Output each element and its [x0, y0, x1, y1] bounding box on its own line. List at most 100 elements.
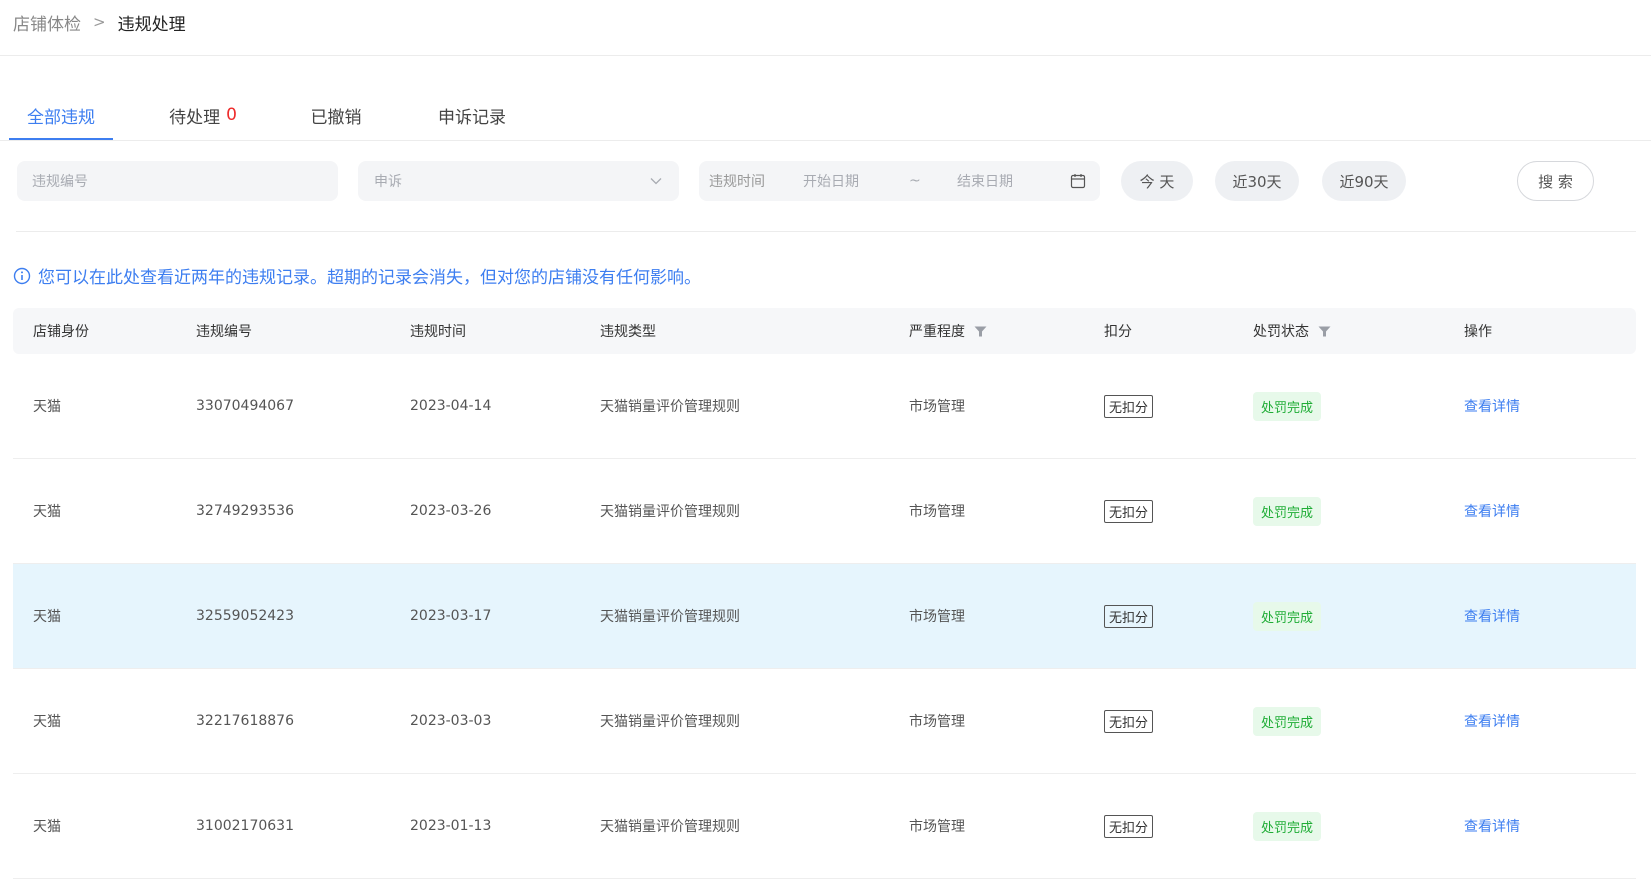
cell-violation-date: 2023-03-26: [410, 503, 492, 519]
cell-violation-id: 32217618876: [196, 713, 294, 729]
deduction-tag: 无扣分: [1104, 499, 1154, 523]
view-details-link[interactable]: 查看详情: [1464, 606, 1520, 626]
date-range-label: 违规时间: [709, 174, 765, 190]
cell-action: 查看详情: [1464, 354, 1520, 458]
status-badge: 处罚完成: [1253, 811, 1322, 841]
column-header-violation-time: 违规时间: [410, 324, 466, 340]
deduction-tag: 无扣分: [1104, 709, 1154, 733]
cell-deduction: 无扣分: [1104, 354, 1154, 458]
violation-id-placeholder: 违规编号: [32, 174, 88, 190]
column-header-action: 操作: [1464, 324, 1492, 340]
cell-penalty-status: 处罚完成: [1253, 354, 1322, 458]
cell-penalty-status: 处罚完成: [1253, 459, 1322, 563]
table-row: 天猫 32559052423 2023-03-17 天猫销量评价管理规则 市场管…: [13, 564, 1636, 669]
cell-violation-date: 2023-04-14: [410, 398, 492, 414]
table-row: 天猫 33070494067 2023-04-14 天猫销量评价管理规则 市场管…: [13, 354, 1636, 459]
quick-range-90-days-button[interactable]: 近90天: [1322, 161, 1406, 201]
table-header: 店铺身份 违规编号 违规时间 违规类型 严重程度 扣分 处罚状态 操作: [13, 308, 1636, 354]
violation-date-range-picker[interactable]: 违规时间 开始日期 ~ 结束日期: [699, 161, 1100, 201]
column-header-penalty-status: 处罚状态: [1253, 308, 1331, 354]
cell-action: 查看详情: [1464, 564, 1520, 668]
info-notice-text: 您可以在此处查看近两年的违规记录。超期的记录会消失，但对您的店铺没有任何影响。: [38, 268, 701, 288]
cell-action: 查看详情: [1464, 669, 1520, 773]
tab-pending[interactable]: 待处理 0: [159, 92, 247, 138]
cell-penalty-status: 处罚完成: [1253, 669, 1322, 773]
tab-all-violations[interactable]: 全部违规: [9, 92, 113, 140]
cell-violation-date: 2023-01-13: [410, 818, 492, 834]
cell-violation-id: 32749293536: [196, 503, 294, 519]
tabs-divider: [0, 140, 1651, 141]
cell-violation-type: 天猫销量评价管理规则: [600, 714, 740, 730]
info-icon: [13, 267, 31, 284]
cell-shop: 天猫: [33, 609, 61, 625]
cell-severity: 市场管理: [909, 609, 965, 625]
quick-range-30-days-button[interactable]: 近30天: [1215, 161, 1299, 201]
cell-severity: 市场管理: [909, 504, 965, 520]
cell-severity: 市场管理: [909, 819, 965, 835]
tab-revoked[interactable]: 已撤销: [300, 92, 372, 138]
tab-pending-count: 0: [226, 105, 237, 125]
cell-severity: 市场管理: [909, 714, 965, 730]
end-date-input[interactable]: 结束日期: [957, 171, 1070, 191]
start-date-input[interactable]: 开始日期: [803, 171, 909, 191]
cell-violation-date: 2023-03-03: [410, 713, 492, 729]
cell-action: 查看详情: [1464, 774, 1520, 878]
quick-range-today-button[interactable]: 今 天: [1121, 161, 1193, 201]
status-badge: 处罚完成: [1253, 601, 1322, 631]
tab-revoked-label: 已撤销: [310, 107, 362, 128]
calendar-icon[interactable]: [1070, 173, 1086, 189]
status-filter-icon[interactable]: [1318, 325, 1331, 338]
cell-deduction: 无扣分: [1104, 459, 1154, 563]
breadcrumb: 店铺体检 > 违规处理: [13, 10, 186, 35]
date-range-separator: ~: [909, 173, 921, 189]
cell-shop: 天猫: [33, 819, 61, 835]
breadcrumb-separator: >: [93, 13, 106, 31]
column-header-violation-type: 违规类型: [600, 324, 656, 340]
appeal-select[interactable]: 申诉: [358, 161, 679, 201]
view-details-link[interactable]: 查看详情: [1464, 396, 1520, 416]
info-notice: 您可以在此处查看近两年的违规记录。超期的记录会消失，但对您的店铺没有任何影响。: [13, 263, 701, 288]
violation-id-input[interactable]: 违规编号: [17, 161, 338, 201]
cell-severity: 市场管理: [909, 399, 965, 415]
tab-pending-label: 待处理: [169, 107, 221, 128]
cell-shop: 天猫: [33, 714, 61, 730]
chevron-down-icon: [650, 178, 662, 185]
column-header-severity: 严重程度: [909, 308, 987, 354]
breadcrumb-root-link[interactable]: 店铺体检: [13, 10, 81, 35]
view-details-link[interactable]: 查看详情: [1464, 501, 1520, 521]
cell-shop: 天猫: [33, 504, 61, 520]
cell-action: 查看详情: [1464, 459, 1520, 563]
cell-penalty-status: 处罚完成: [1253, 564, 1322, 668]
cell-penalty-status: 处罚完成: [1253, 774, 1322, 878]
breadcrumb-current: 违规处理: [117, 14, 186, 35]
tab-bar: 全部违规 待处理 0 已撤销 申诉记录: [9, 92, 1651, 140]
deduction-tag: 无扣分: [1104, 394, 1154, 418]
deduction-tag: 无扣分: [1104, 814, 1154, 838]
status-badge: 处罚完成: [1253, 391, 1322, 421]
cell-deduction: 无扣分: [1104, 774, 1154, 878]
view-details-link[interactable]: 查看详情: [1464, 816, 1520, 836]
cell-violation-type: 天猫销量评价管理规则: [600, 819, 740, 835]
tab-appeal-records[interactable]: 申诉记录: [427, 92, 517, 138]
cell-deduction: 无扣分: [1104, 564, 1154, 668]
cell-violation-date: 2023-03-17: [410, 608, 492, 624]
search-button[interactable]: 搜 索: [1517, 161, 1594, 201]
cell-violation-id: 33070494067: [196, 398, 294, 414]
violations-table: 店铺身份 违规编号 违规时间 违规类型 严重程度 扣分 处罚状态 操作 天猫 3…: [13, 308, 1636, 879]
column-header-deduction: 扣分: [1104, 324, 1132, 340]
status-badge: 处罚完成: [1253, 706, 1322, 736]
column-header-shop: 店铺身份: [33, 324, 89, 340]
view-details-link[interactable]: 查看详情: [1464, 711, 1520, 731]
cell-violation-id: 31002170631: [196, 818, 294, 834]
severity-filter-icon[interactable]: [974, 325, 987, 338]
tab-all-violations-label: 全部违规: [27, 107, 95, 128]
appeal-select-placeholder: 申诉: [374, 174, 402, 190]
table-row: 天猫 31002170631 2023-01-13 天猫销量评价管理规则 市场管…: [13, 774, 1636, 879]
table-row: 天猫 32217618876 2023-03-03 天猫销量评价管理规则 市场管…: [13, 669, 1636, 774]
tab-appeal-records-label: 申诉记录: [438, 107, 506, 128]
deduction-tag: 无扣分: [1104, 604, 1154, 628]
status-badge: 处罚完成: [1253, 496, 1322, 526]
cell-violation-type: 天猫销量评价管理规则: [600, 609, 740, 625]
filter-divider: [16, 231, 1636, 232]
cell-deduction: 无扣分: [1104, 669, 1154, 773]
